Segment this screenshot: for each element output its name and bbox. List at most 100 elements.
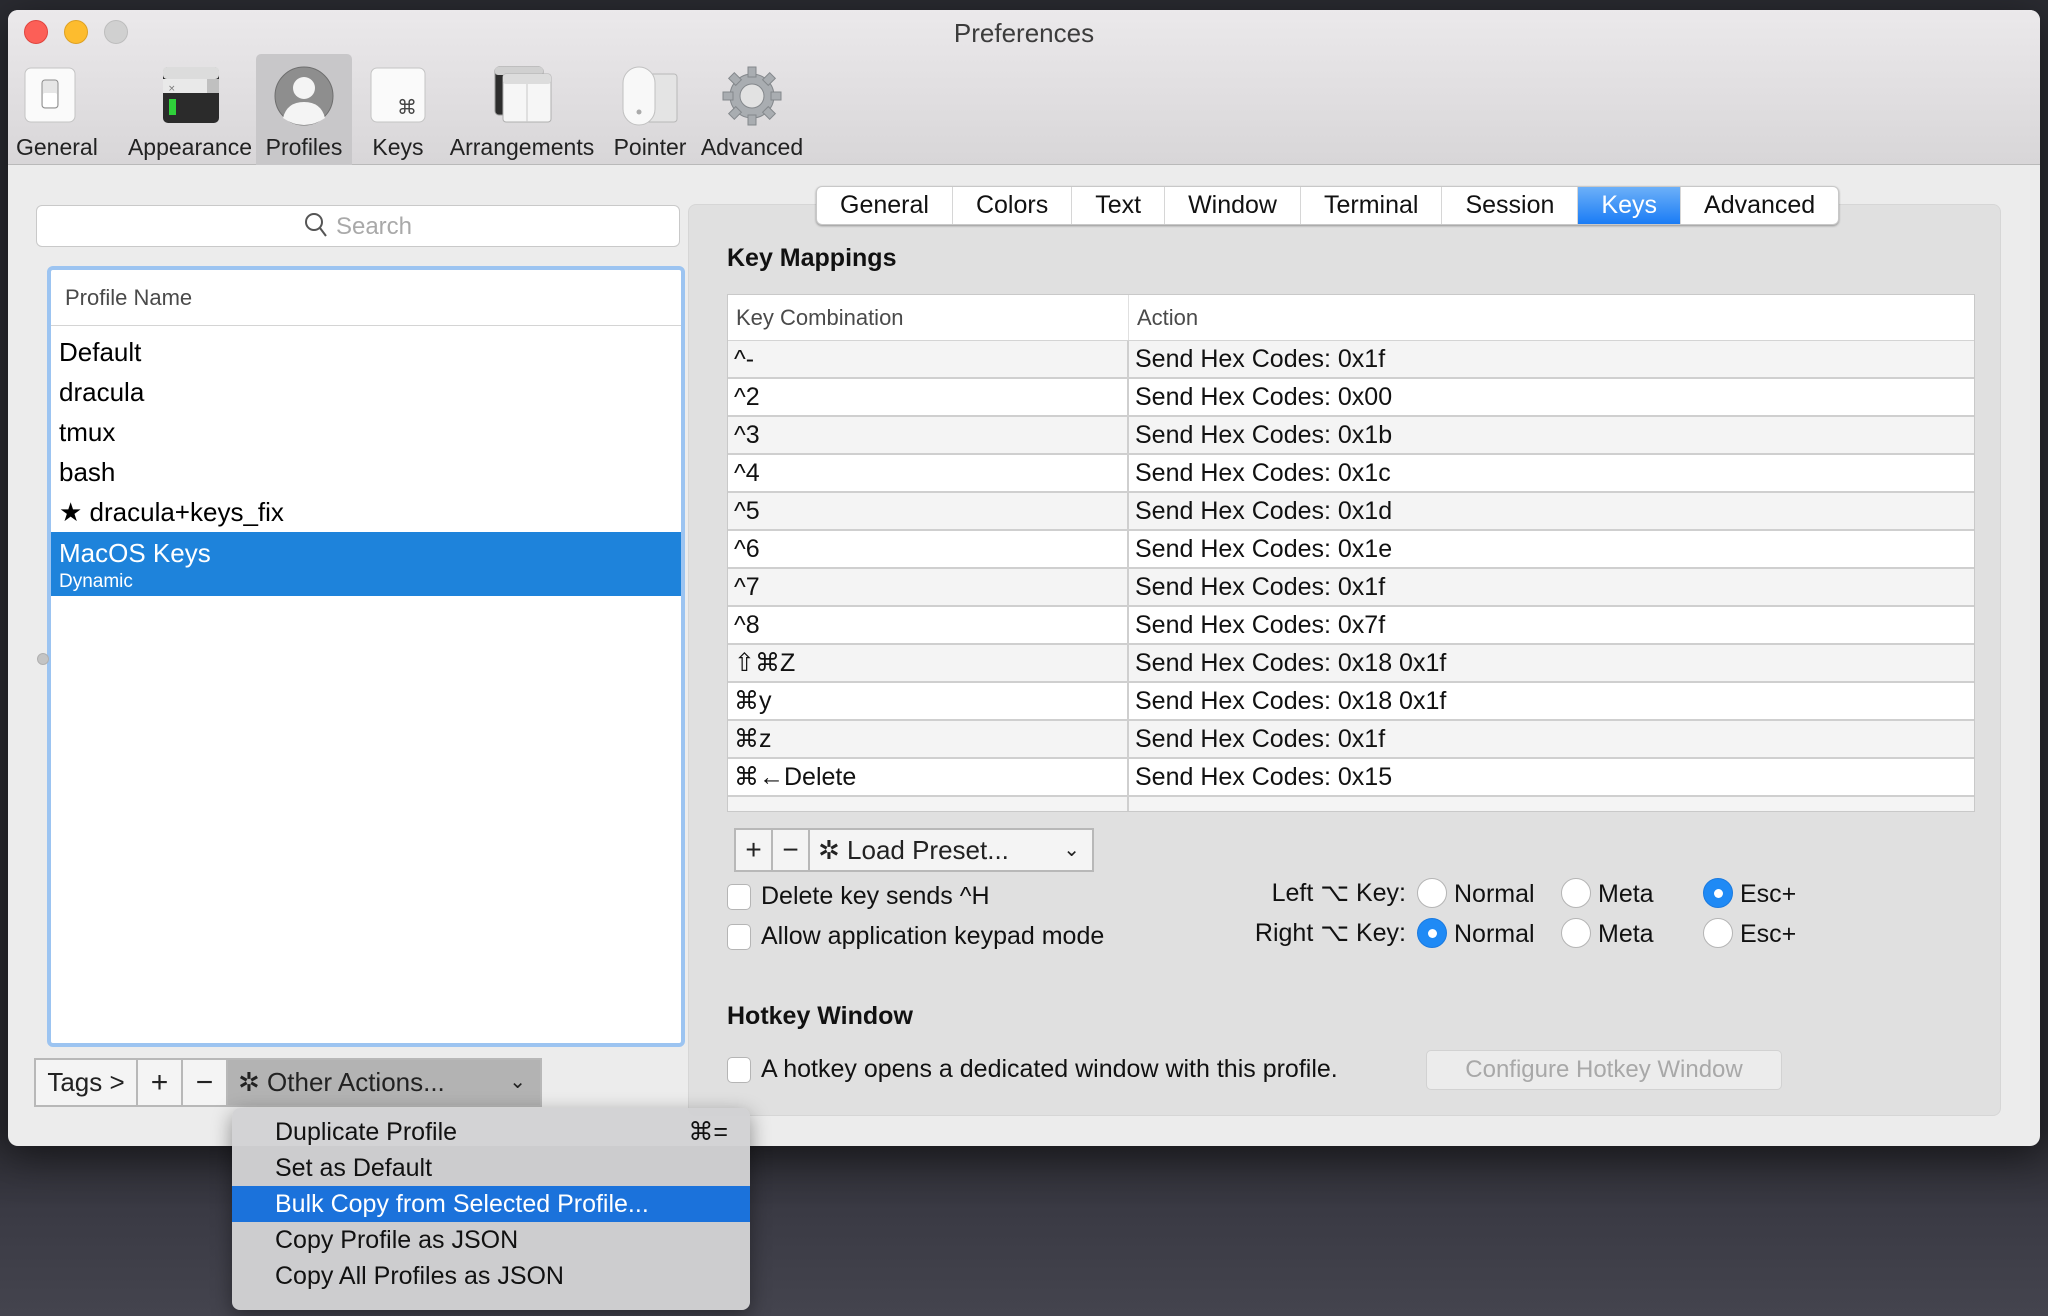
profile-row-selected[interactable]: MacOS Keys Dynamic — [51, 532, 681, 596]
action-cell: Send Hex Codes: 0x15 — [1135, 763, 1393, 791]
toolbar-pointer[interactable]: Pointer — [606, 54, 694, 165]
tab-general[interactable]: General — [817, 187, 953, 224]
menu-item-bulk-copy[interactable]: Bulk Copy from Selected Profile... — [232, 1186, 750, 1222]
action-cell: Send Hex Codes: 0x1d — [1135, 497, 1393, 525]
menu-item-label: Duplicate Profile — [275, 1118, 458, 1146]
gear-icon — [721, 66, 783, 126]
menu-item-copy-profile-json[interactable]: Copy Profile as JSON — [232, 1222, 750, 1258]
key-mappings-table[interactable]: Key Combination Action ^- Send Hex Codes:… — [727, 294, 1975, 812]
app-keypad-checkbox[interactable] — [727, 924, 751, 951]
profile-row-default-star[interactable]: ★ dracula+keys_fix — [51, 492, 681, 532]
tab-terminal[interactable]: Terminal — [1301, 187, 1443, 224]
svg-text:⌘: ⌘ — [397, 95, 417, 119]
column-header-action[interactable]: Action — [1129, 295, 1198, 340]
hotkey-checkbox[interactable] — [727, 1057, 751, 1084]
profile-row[interactable]: tmux — [51, 412, 681, 452]
menu-item-set-as-default[interactable]: Set as Default — [232, 1150, 750, 1186]
window-title: Preferences — [953, 18, 1095, 48]
tab-keys[interactable]: Keys — [1578, 187, 1682, 224]
configure-hotkey-window-button[interactable]: Configure Hotkey Window — [1426, 1050, 1782, 1090]
action-cell: Send Hex Codes: 0x1f — [1135, 345, 1386, 373]
right-option-meta-radio[interactable] — [1561, 918, 1591, 948]
search-icon — [304, 213, 327, 237]
key-mapping-row[interactable]: ^8 Send Hex Codes: 0x7f — [728, 607, 1974, 645]
profile-list[interactable]: Profile Name Default dracula tmux bash ★… — [47, 266, 685, 1047]
profile-list-header[interactable]: Profile Name — [51, 270, 681, 326]
column-header-key[interactable]: Key Combination — [728, 295, 1129, 340]
left-option-meta-radio[interactable] — [1561, 878, 1591, 908]
key-combination-cell: ⌘←Delete — [728, 759, 1129, 795]
svg-text:×: × — [168, 84, 176, 94]
toolbar-arrangements[interactable]: Arrangements — [440, 54, 604, 165]
toolbar-general[interactable]: General — [16, 54, 98, 165]
app-keypad-option[interactable]: Allow application keypad mode — [727, 922, 1104, 951]
action-cell: Send Hex Codes: 0x18 0x1f — [1135, 649, 1447, 677]
delete-sends-h-label: Delete key sends ^H — [761, 882, 990, 910]
toolbar-label: General — [16, 134, 98, 160]
tab-colors[interactable]: Colors — [953, 187, 1073, 224]
key-mapping-row[interactable]: ^4 Send Hex Codes: 0x1c — [728, 455, 1974, 493]
add-profile-button[interactable]: + — [138, 1060, 183, 1105]
remove-profile-button[interactable]: − — [183, 1060, 228, 1105]
right-option-normal-radio[interactable] — [1417, 918, 1447, 948]
key-mappings-header: Key Combination Action — [728, 295, 1974, 341]
key-mapping-row[interactable]: ^- Send Hex Codes: 0x1f — [728, 341, 1974, 379]
action-cell: Send Hex Codes: 0x00 — [1135, 383, 1393, 411]
action-cell: Send Hex Codes: 0x1e — [1135, 535, 1393, 563]
profile-row[interactable]: dracula — [51, 372, 681, 412]
app-keypad-label: Allow application keypad mode — [761, 922, 1105, 950]
key-combination-cell: ^3 — [728, 417, 1129, 453]
other-actions-dropdown[interactable]: ✲ Other Actions... ⌄ — [228, 1060, 540, 1105]
toolbar-keys[interactable]: ⌘ Keys — [360, 54, 436, 165]
key-mapping-row[interactable]: ^3 Send Hex Codes: 0x1b — [728, 417, 1974, 455]
hotkey-option[interactable]: A hotkey opens a dedicated window with t… — [727, 1055, 1338, 1084]
right-option-esc-radio[interactable] — [1703, 918, 1733, 948]
left-option-esc-radio[interactable] — [1703, 878, 1733, 908]
radio-label: Normal — [1454, 880, 1535, 908]
tab-advanced[interactable]: Advanced — [1681, 187, 1838, 224]
key-combination-cell: ⌘z — [728, 721, 1129, 757]
toolbar-advanced[interactable]: Advanced — [696, 54, 808, 165]
key-mapping-row[interactable]: ^7 Send Hex Codes: 0x1f — [728, 569, 1974, 607]
remove-mapping-button[interactable]: − — [773, 830, 810, 870]
action-cell: Send Hex Codes: 0x18 0x1f — [1135, 687, 1447, 715]
profile-row[interactable]: bash — [51, 452, 681, 492]
radio-label: Esc+ — [1740, 920, 1797, 948]
key-mapping-row[interactable]: ⌘z Send Hex Codes: 0x1f — [728, 721, 1974, 759]
menu-item-shortcut: ⌘= — [688, 1118, 728, 1146]
delete-sends-h-checkbox[interactable] — [727, 884, 751, 911]
toolbar-profiles[interactable]: Profiles — [256, 54, 352, 165]
key-mapping-row[interactable]: ^6 Send Hex Codes: 0x1e — [728, 531, 1974, 569]
action-cell: Send Hex Codes: 0x1c — [1135, 459, 1391, 487]
title-bar: Preferences General × Appearance Profile… — [8, 10, 2040, 165]
delete-sends-h-option[interactable]: Delete key sends ^H — [727, 882, 990, 911]
left-option-normal-radio[interactable] — [1417, 878, 1447, 908]
tab-window[interactable]: Window — [1165, 187, 1301, 224]
tab-session[interactable]: Session — [1442, 187, 1579, 224]
key-mapping-row[interactable]: ⌘y Send Hex Codes: 0x18 0x1f — [728, 683, 1974, 721]
profile-search-input[interactable]: Search — [36, 205, 680, 247]
toolbar-label: Pointer — [613, 134, 687, 160]
key-combination-cell: ^5 — [728, 493, 1129, 529]
toolbar-label: Advanced — [700, 134, 804, 160]
key-mapping-row[interactable]: ⌘←Delete Send Hex Codes: 0x15 — [728, 759, 1974, 797]
key-mapping-row[interactable]: ⇧⌘Z Send Hex Codes: 0x18 0x1f — [728, 645, 1974, 683]
tags-button[interactable]: Tags > — [36, 1060, 138, 1105]
key-combination-cell: ^4 — [728, 455, 1129, 491]
tab-text[interactable]: Text — [1072, 187, 1166, 224]
load-preset-dropdown[interactable]: ✲ Load Preset... ⌄ — [810, 830, 1092, 870]
split-view-resize-handle[interactable] — [37, 653, 49, 665]
key-mapping-row[interactable]: ^5 Send Hex Codes: 0x1d — [728, 493, 1974, 531]
toolbar-appearance[interactable]: × Appearance — [124, 54, 256, 165]
toolbar-label: Arrangements — [449, 134, 595, 160]
menu-item-duplicate-profile[interactable]: Duplicate Profile ⌘= — [232, 1114, 750, 1150]
key-mapping-row-partial — [728, 797, 1974, 811]
add-mapping-button[interactable]: + — [736, 830, 773, 870]
key-mapping-row[interactable]: ^2 Send Hex Codes: 0x00 — [728, 379, 1974, 417]
menu-item-copy-all-profiles-json[interactable]: Copy All Profiles as JSON — [232, 1258, 750, 1294]
profile-actions-bar: Tags > + − ✲ Other Actions... ⌄ — [34, 1058, 542, 1107]
user-silhouette-icon — [273, 66, 335, 126]
key-mappings-heading: Key Mappings — [727, 244, 897, 272]
key-combination-cell: ^- — [728, 341, 1129, 377]
profile-row[interactable]: Default — [51, 332, 681, 372]
